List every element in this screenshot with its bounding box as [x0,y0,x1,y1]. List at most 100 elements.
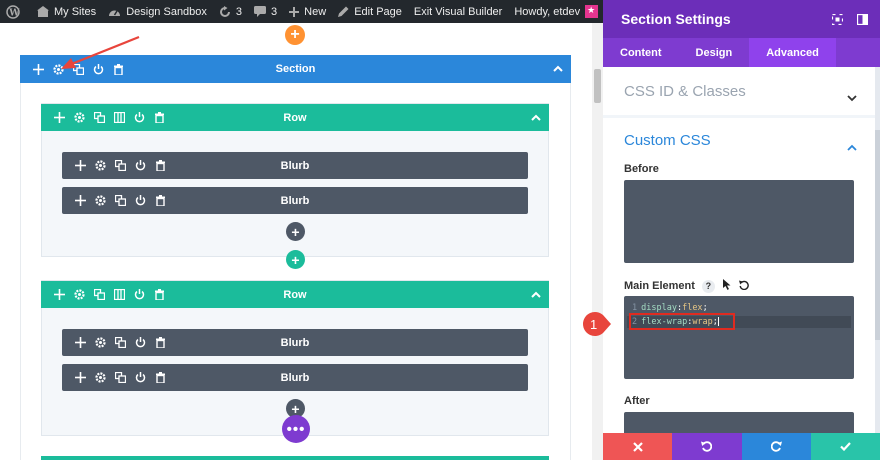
duplicate-icon[interactable] [110,368,130,388]
move-icon[interactable] [49,285,69,305]
columns-icon[interactable] [109,108,129,128]
tab-content[interactable]: Content [603,38,679,67]
chevron-down-icon[interactable] [847,89,857,107]
power-icon[interactable] [130,333,150,353]
row-2-toolbar[interactable]: Row [41,281,549,308]
power-icon[interactable] [130,191,150,211]
add-section-button[interactable]: + [285,25,305,45]
chevron-up-icon[interactable] [553,63,563,75]
main-element-label: Main Element [624,280,695,292]
undo-button[interactable] [672,433,742,460]
module-toolbar[interactable]: Blurb [62,329,528,356]
undo-icon [701,441,713,452]
expand-icon[interactable] [831,12,844,28]
plus-icon [289,6,300,17]
chevron-up-icon[interactable] [531,112,541,124]
settings-tabs: Content Design Advanced [603,38,880,67]
exit-visual-builder-link[interactable]: Exit Visual Builder [408,0,508,23]
move-icon[interactable] [70,368,90,388]
after-label: After [624,395,650,407]
module-toolbar[interactable]: Blurb [62,152,528,179]
reset-icon[interactable] [738,280,749,293]
trash-icon[interactable] [150,191,170,211]
panel-scrollbar[interactable] [875,67,880,460]
power-icon[interactable] [129,108,149,128]
custom-css-title[interactable]: Custom CSS [624,132,711,149]
main-element-css-field[interactable]: 1 display:flex; 2 flex-wrap:wrap; [624,296,854,379]
help-icon[interactable]: ? [701,279,715,293]
duplicate-icon[interactable] [89,108,109,128]
more-options-button[interactable]: ••• [282,415,310,443]
trash-icon[interactable] [149,285,169,305]
css-id-classes-group[interactable]: CSS ID & Classes [603,67,875,115]
avatar [585,5,599,18]
chevron-up-icon[interactable] [531,289,541,301]
discard-button[interactable] [603,433,673,460]
redo-button[interactable] [741,433,811,460]
module-toolbar[interactable]: Blurb [62,187,528,214]
gear-icon[interactable] [69,108,89,128]
gear-icon[interactable] [90,333,110,353]
gear-icon[interactable] [90,191,110,211]
power-icon[interactable] [129,285,149,305]
gear-icon[interactable] [90,368,110,388]
move-icon[interactable] [70,156,90,176]
module-toolbar[interactable]: Blurb [62,364,528,391]
updates-count: 3 [235,5,243,18]
panel-header: Section Settings [603,0,880,38]
updates-menu[interactable]: 3 [213,0,248,23]
row-3-toolbar-edge[interactable] [41,456,549,460]
site-name-menu[interactable]: Design Sandbox [102,0,213,23]
svg-text:W: W [8,8,20,18]
gear-icon[interactable] [69,285,89,305]
columns-icon[interactable] [109,285,129,305]
move-icon[interactable] [70,191,90,211]
duplicate-icon[interactable] [110,333,130,353]
move-icon[interactable] [70,333,90,353]
main-element-label-row: Main Element ? [624,279,749,293]
cursor-icon[interactable] [722,279,731,293]
trash-icon[interactable] [150,368,170,388]
wordpress-logo-icon[interactable]: W [0,0,31,23]
my-sites-label: My Sites [54,5,97,18]
tab-design[interactable]: Design [679,38,750,67]
edit-page-label: Edit Page [354,5,402,18]
edit-page-link[interactable]: Edit Page [332,0,408,23]
tab-advanced[interactable]: Advanced [749,38,836,67]
before-css-field[interactable] [624,180,854,263]
comments-menu[interactable]: 3 [248,0,283,23]
add-row-button[interactable]: + [286,250,305,269]
admin-bar: W My Sites Design Sandbox 3 3 New Edit P… [0,0,622,23]
chevron-up-icon[interactable] [847,138,857,156]
new-content-menu[interactable]: New [283,0,332,23]
move-icon[interactable] [28,59,48,79]
annotation-highlight-box [629,313,735,330]
panel-scrollbar-thumb[interactable] [875,130,880,340]
panel-title: Section Settings [621,11,731,27]
duplicate-icon[interactable] [89,285,109,305]
annotation-callout-badge: 1 [582,311,611,337]
howdy-label: Howdy, etdev [514,5,581,18]
before-label: Before [624,163,659,175]
dashboard-icon [109,10,121,16]
account-menu[interactable]: Howdy, etdev [508,0,604,23]
row-1-toolbar[interactable]: Row [41,104,549,131]
new-label: New [304,5,327,18]
add-module-button[interactable]: + [286,222,305,241]
trash-icon[interactable] [150,333,170,353]
power-icon[interactable] [130,156,150,176]
canvas-scrollbar-thumb[interactable] [594,69,601,103]
exit-builder-label: Exit Visual Builder [413,5,503,18]
canvas-scrollbar[interactable] [592,23,603,460]
site-name-label: Design Sandbox [126,5,207,18]
save-button[interactable] [810,433,880,460]
duplicate-icon[interactable] [110,191,130,211]
trash-icon[interactable] [150,156,170,176]
dock-sidebar-icon[interactable] [856,12,869,28]
gear-icon[interactable] [90,156,110,176]
move-icon[interactable] [49,108,69,128]
duplicate-icon[interactable] [110,156,130,176]
power-icon[interactable] [130,368,150,388]
my-sites-menu[interactable]: My Sites [31,0,102,23]
trash-icon[interactable] [149,108,169,128]
